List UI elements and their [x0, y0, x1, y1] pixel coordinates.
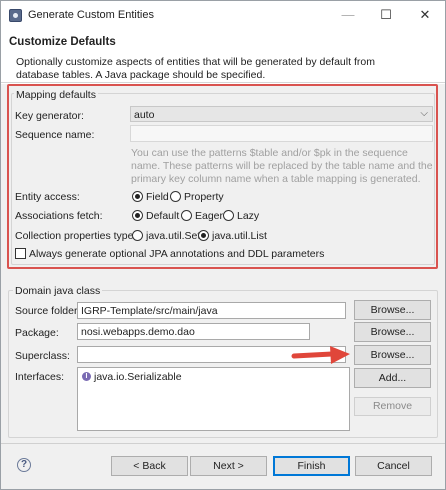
- source-folder-value: IGRP-Template/src/main/java: [81, 305, 218, 317]
- highlight-outline: [7, 84, 438, 269]
- page-title: Customize Defaults: [9, 36, 116, 48]
- package-value: nosi.webapps.demo.dao: [81, 326, 195, 338]
- interface-item[interactable]: java.io.Serializable: [94, 371, 182, 383]
- interface-icon: I: [82, 372, 91, 381]
- package-browse-button[interactable]: Browse...: [354, 322, 431, 342]
- cancel-button[interactable]: Cancel: [355, 456, 432, 476]
- red-arrow-icon: [291, 346, 350, 364]
- maximize-button[interactable]: ☐: [370, 5, 402, 25]
- close-button[interactable]: ✕: [409, 5, 441, 25]
- window-title: Generate Custom Entities: [28, 9, 154, 21]
- source-folder-label: Source folder:: [15, 305, 81, 317]
- help-icon[interactable]: ?: [17, 458, 31, 472]
- remove-interface-button[interactable]: Remove: [354, 397, 431, 416]
- back-button[interactable]: < Back: [111, 456, 188, 476]
- next-button[interactable]: Next >: [190, 456, 267, 476]
- package-label: Package:: [15, 327, 59, 339]
- page-description: Optionally customize aspects of entities…: [16, 56, 375, 81]
- title-bar: Generate Custom Entities — ☐ ✕: [1, 1, 445, 29]
- footer-separator: [1, 443, 445, 444]
- superclass-label: Superclass:: [15, 350, 70, 362]
- domain-java-class-label: Domain java class: [13, 285, 103, 297]
- eclipse-app-icon: [9, 9, 22, 22]
- finish-button[interactable]: Finish: [273, 456, 350, 476]
- superclass-browse-button[interactable]: Browse...: [354, 345, 431, 365]
- source-folder-browse-button[interactable]: Browse...: [354, 300, 431, 320]
- package-input[interactable]: nosi.webapps.demo.dao: [77, 323, 310, 340]
- minimize-button[interactable]: —: [332, 5, 364, 25]
- interfaces-label: Interfaces:: [15, 371, 65, 383]
- wizard-header: Customize Defaults Optionally customize …: [1, 29, 445, 83]
- add-interface-button[interactable]: Add...: [354, 368, 431, 388]
- source-folder-input[interactable]: IGRP-Template/src/main/java: [77, 302, 346, 319]
- interfaces-list[interactable]: I java.io.Serializable: [77, 367, 350, 431]
